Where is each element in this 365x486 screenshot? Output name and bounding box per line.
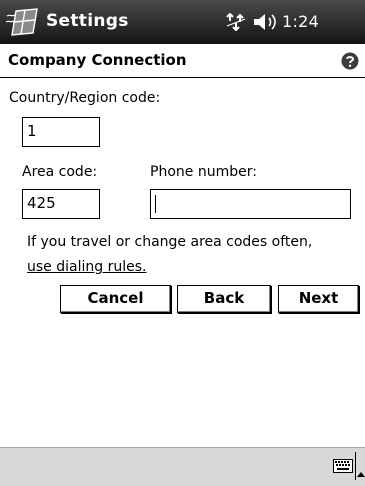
connectivity-icon[interactable] [226, 12, 246, 32]
clock[interactable]: 1:24 [282, 12, 319, 31]
sip-divider [355, 452, 356, 480]
keyboard-icon[interactable] [333, 458, 353, 473]
phone-number-label: Phone number: [150, 164, 257, 180]
navigation-bar: Settings 1:24 [0, 0, 365, 44]
next-button[interactable]: Next [278, 285, 359, 313]
country-region-code-input[interactable]: 1 [22, 117, 100, 147]
area-code-input[interactable]: 425 [22, 189, 100, 219]
help-icon[interactable] [341, 52, 359, 70]
sip-arrow-icon[interactable] [357, 462, 365, 477]
page-header: Company Connection [0, 44, 365, 78]
windows-start-flag-icon[interactable] [5, 8, 40, 36]
app-title[interactable]: Settings [46, 11, 129, 31]
cancel-button[interactable]: Cancel [60, 285, 171, 313]
area-code-label: Area code: [22, 164, 98, 180]
country-region-code-label: Country/Region code: [9, 90, 161, 106]
text-cursor [155, 195, 156, 213]
dialing-rules-link[interactable]: use dialing rules. [27, 259, 146, 275]
page-title: Company Connection [8, 51, 187, 69]
phone-number-input[interactable] [150, 189, 351, 219]
speaker-icon[interactable] [252, 12, 278, 32]
back-button[interactable]: Back [177, 285, 271, 313]
menu-bar [0, 447, 365, 486]
dialing-info-text: If you travel or change area codes often… [27, 234, 313, 250]
